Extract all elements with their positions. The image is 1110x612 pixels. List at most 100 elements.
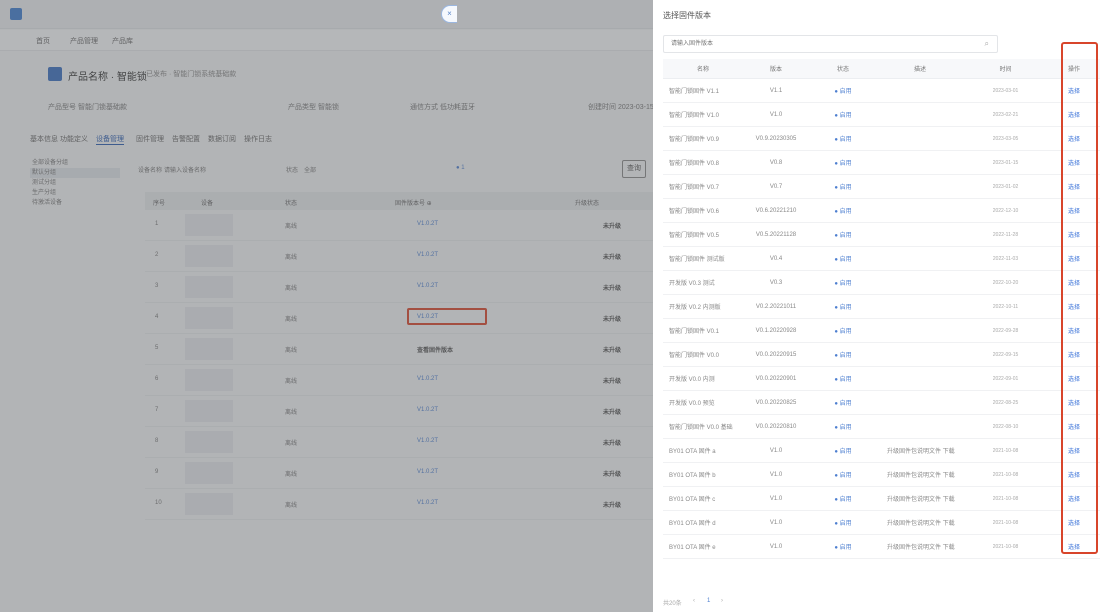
- firmware-time: 2023-02-21: [963, 102, 1048, 127]
- firmware-name: 开发版 V0.2 内测版: [663, 294, 743, 319]
- firmware-status: ● 启用: [809, 318, 877, 343]
- firmware-status: ● 启用: [809, 174, 877, 199]
- column-header-operation: 操作: [1048, 59, 1100, 79]
- firmware-description: [877, 414, 963, 439]
- firmware-version: V0.0.20220901: [743, 366, 809, 391]
- select-firmware-link[interactable]: 选择: [1068, 281, 1080, 287]
- select-firmware-link[interactable]: 选择: [1068, 377, 1080, 383]
- firmware-time: 2022-11-03: [963, 246, 1048, 271]
- select-firmware-link[interactable]: 选择: [1068, 209, 1080, 215]
- firmware-status: ● 启用: [809, 102, 877, 127]
- select-firmware-link[interactable]: 选择: [1068, 233, 1080, 239]
- firmware-status: ● 启用: [809, 150, 877, 175]
- select-firmware-link[interactable]: 选择: [1068, 449, 1080, 455]
- select-firmware-link[interactable]: 选择: [1068, 137, 1080, 143]
- select-firmware-link[interactable]: 选择: [1068, 401, 1080, 407]
- operation-cell: 选择: [1048, 294, 1100, 319]
- firmware-time: 2021-10-08: [963, 534, 1048, 559]
- operation-cell: 选择: [1048, 198, 1100, 223]
- firmware-time: 2022-10-11: [963, 294, 1048, 319]
- select-firmware-link[interactable]: 选择: [1068, 305, 1080, 311]
- column-header-version: 版本: [743, 59, 809, 79]
- modal-mask[interactable]: [0, 0, 653, 612]
- firmware-row: 智能门锁固件 V0.5 V0.5.20221128 ● 启用 2022-11-28 选择: [663, 222, 1100, 247]
- firmware-status: ● 启用: [809, 366, 877, 391]
- operation-cell: 选择: [1048, 150, 1100, 175]
- firmware-table-body: 智能门锁固件 V1.1 V1.1 ● 启用 2023-03-01 选择 智能门锁固件 V1…: [663, 78, 1100, 559]
- select-firmware-link[interactable]: 选择: [1068, 257, 1080, 263]
- column-header-time: 时间: [963, 59, 1048, 79]
- firmware-description: [877, 126, 963, 151]
- column-header-status: 状态: [809, 59, 877, 79]
- firmware-name: 智能门锁固件 V0.1: [663, 318, 743, 343]
- firmware-description: [877, 342, 963, 367]
- select-firmware-link[interactable]: 选择: [1068, 185, 1080, 191]
- drawer-close-button[interactable]: ×: [441, 5, 457, 23]
- operation-cell: 选择: [1048, 510, 1100, 535]
- operation-cell: 选择: [1048, 270, 1100, 295]
- pagination-prev[interactable]: ‹: [693, 598, 695, 604]
- firmware-description: [877, 102, 963, 127]
- firmware-version: V0.7: [743, 174, 809, 199]
- select-firmware-link[interactable]: 选择: [1068, 89, 1080, 95]
- firmware-time: 2023-01-02: [963, 174, 1048, 199]
- firmware-status: ● 启用: [809, 390, 877, 415]
- firmware-row: 开发版 V0.0 预览 V0.0.20220825 ● 启用 2022-08-25 选择: [663, 390, 1100, 415]
- firmware-name: 开发版 V0.3 测试: [663, 270, 743, 295]
- firmware-name: 智能门锁固件 V0.5: [663, 222, 743, 247]
- firmware-select-drawer: 选择固件版本 ⌕ 名称 版本 状态 描述 时间 操作 智能门锁固件 V1.1V1…: [653, 0, 1110, 612]
- firmware-description: 升级固件包说明文件 下载: [877, 534, 963, 559]
- select-firmware-link[interactable]: 选择: [1068, 113, 1080, 119]
- firmware-name: 开发版 V0.0 预览: [663, 390, 743, 415]
- firmware-version: V1.0: [743, 462, 809, 487]
- firmware-version: V1.0: [743, 486, 809, 511]
- firmware-description: [877, 150, 963, 175]
- select-firmware-link[interactable]: 选择: [1068, 425, 1080, 431]
- operation-cell: 选择: [1048, 126, 1100, 151]
- operation-cell: 选择: [1048, 318, 1100, 343]
- firmware-status: ● 启用: [809, 294, 877, 319]
- operation-cell: 选择: [1048, 342, 1100, 367]
- firmware-status: ● 启用: [809, 438, 877, 463]
- pagination-total: 共20条: [663, 601, 682, 607]
- firmware-version: V1.0: [743, 102, 809, 127]
- firmware-version: V0.9.20230305: [743, 126, 809, 151]
- select-firmware-link[interactable]: 选择: [1068, 545, 1080, 551]
- firmware-table-header: 名称 版本 状态 描述 时间 操作: [663, 59, 1100, 79]
- pagination-page-1[interactable]: 1: [707, 598, 710, 604]
- operation-cell: 选择: [1048, 102, 1100, 127]
- select-firmware-link[interactable]: 选择: [1068, 161, 1080, 167]
- pagination-next[interactable]: ›: [721, 598, 723, 604]
- select-firmware-link[interactable]: 选择: [1068, 353, 1080, 359]
- firmware-name: 智能门锁固件 V0.9: [663, 126, 743, 151]
- search-icon[interactable]: ⌕: [985, 39, 989, 49]
- firmware-name: 智能门锁固件 V0.6: [663, 198, 743, 223]
- select-firmware-link[interactable]: 选择: [1068, 329, 1080, 335]
- firmware-name: 智能门锁固件 V0.0 基础: [663, 414, 743, 439]
- firmware-name: 智能门锁固件 测试版: [663, 246, 743, 271]
- firmware-version: V0.6.20221210: [743, 198, 809, 223]
- firmware-row: 智能门锁固件 V0.6 V0.6.20221210 ● 启用 2022-12-10 选择: [663, 198, 1100, 223]
- firmware-row: 智能门锁固件 V1.0 V1.0 ● 启用 2023-02-21 选择: [663, 102, 1100, 127]
- operation-cell: 选择: [1048, 78, 1100, 103]
- select-firmware-link[interactable]: 选择: [1068, 473, 1080, 479]
- firmware-row: 开发版 V0.0 内测 V0.0.20220901 ● 启用 2022-09-01 选择: [663, 366, 1100, 391]
- firmware-status: ● 启用: [809, 78, 877, 103]
- firmware-description: [877, 390, 963, 415]
- firmware-time: 2021-10-08: [963, 510, 1048, 535]
- firmware-version: V0.0.20220810: [743, 414, 809, 439]
- firmware-description: [877, 318, 963, 343]
- firmware-description: 升级固件包说明文件 下载: [877, 486, 963, 511]
- firmware-search-input[interactable]: [664, 36, 971, 52]
- select-firmware-link[interactable]: 选择: [1068, 497, 1080, 503]
- operation-cell: 选择: [1048, 462, 1100, 487]
- firmware-version: V0.0.20220915: [743, 342, 809, 367]
- firmware-row: 智能门锁固件 V0.9 V0.9.20230305 ● 启用 2023-03-05 选择: [663, 126, 1100, 151]
- firmware-name: BY01 OTA 固件 a: [663, 438, 743, 463]
- firmware-name: BY01 OTA 固件 c: [663, 486, 743, 511]
- firmware-version: V1.0: [743, 510, 809, 535]
- firmware-description: 升级固件包说明文件 下载: [877, 438, 963, 463]
- firmware-status: ● 启用: [809, 534, 877, 559]
- firmware-status: ● 启用: [809, 198, 877, 223]
- select-firmware-link[interactable]: 选择: [1068, 521, 1080, 527]
